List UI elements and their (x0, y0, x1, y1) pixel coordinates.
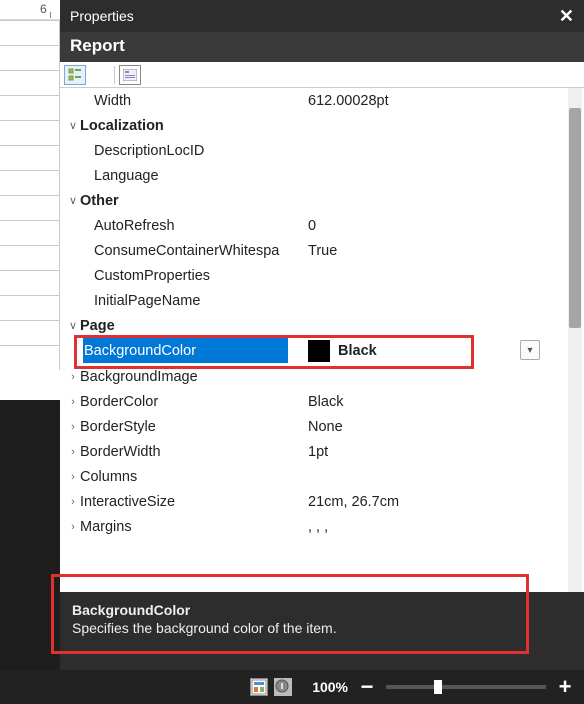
prop-value[interactable]: 0 (308, 218, 564, 234)
selected-object: Report (70, 36, 125, 55)
zoom-in-button[interactable]: + (556, 674, 574, 700)
close-icon[interactable]: ✕ (559, 6, 574, 27)
design-view-icon[interactable] (250, 678, 268, 696)
panel-titlebar[interactable]: Properties ✕ (60, 0, 584, 32)
scrollbar[interactable] (568, 88, 582, 592)
description-name: BackgroundColor (72, 602, 572, 618)
category-localization[interactable]: ∨ Localization (60, 113, 564, 138)
ruler-tick (50, 12, 51, 18)
property-pages-button[interactable] (119, 65, 141, 85)
category-page[interactable]: ∨ Page (60, 313, 564, 338)
collapse-icon[interactable]: ∨ (66, 119, 80, 132)
chevron-down-icon: ▾ (527, 345, 532, 356)
prop-value[interactable]: , , , (308, 519, 564, 535)
object-selector[interactable]: Report (60, 32, 584, 62)
prop-label: BackgroundColor (80, 343, 196, 359)
expand-icon[interactable]: › (66, 471, 80, 483)
prop-value[interactable]: None (308, 419, 564, 435)
preview-icon[interactable] (274, 678, 292, 696)
prop-value[interactable]: True (308, 243, 564, 259)
prop-customproperties[interactable]: CustomProperties (60, 263, 564, 288)
prop-label: Width (80, 93, 308, 109)
prop-borderwidth[interactable]: › BorderWidth 1pt (60, 439, 564, 464)
prop-initialpagename[interactable]: InitialPageName (60, 288, 564, 313)
collapse-icon[interactable]: ∨ (66, 319, 80, 332)
description-panel: BackgroundColor Specifies the background… (60, 592, 584, 670)
prop-autorefresh[interactable]: AutoRefresh 0 (60, 213, 564, 238)
prop-label: Columns (80, 469, 308, 485)
design-background (0, 400, 60, 700)
prop-width[interactable]: Width 612.00028pt (60, 88, 564, 113)
zoom-level[interactable]: 100% (312, 679, 348, 695)
prop-borderstyle[interactable]: › BorderStyle None (60, 414, 564, 439)
prop-consumecontainerwhitespace[interactable]: ConsumeContainerWhitespa True (60, 238, 564, 263)
prop-label: InitialPageName (80, 293, 308, 309)
categorized-button[interactable] (64, 65, 86, 85)
prop-label: DescriptionLocID (80, 143, 308, 159)
prop-descriptionlocid[interactable]: DescriptionLocID (60, 138, 564, 163)
design-surface[interactable] (0, 20, 60, 400)
ruler-number: 6 (40, 2, 47, 16)
property-grid[interactable]: Width 612.00028pt ∨ Localization Descrip… (60, 88, 584, 592)
expand-icon[interactable]: › (66, 496, 80, 508)
category-label: Other (80, 193, 308, 209)
prop-label: Language (80, 168, 308, 184)
scrollbar-thumb[interactable] (569, 108, 581, 328)
expand-icon[interactable]: › (66, 371, 80, 383)
prop-label: BorderStyle (80, 419, 308, 435)
panel-title-text: Properties (70, 8, 134, 24)
prop-label: CustomProperties (80, 268, 308, 284)
expand-icon[interactable]: › (66, 446, 80, 458)
prop-value[interactable]: Black (308, 394, 564, 410)
prop-label: BorderWidth (80, 444, 308, 460)
category-label: Page (80, 318, 308, 334)
prop-label: AutoRefresh (80, 218, 308, 234)
properties-toolbar: A↓ (60, 62, 584, 88)
prop-margins[interactable]: › Margins , , , (60, 514, 564, 539)
prop-backgroundcolor[interactable]: BackgroundColor Black ▾ (60, 338, 564, 364)
ruler: 6 (0, 0, 60, 20)
expand-icon[interactable]: › (66, 521, 80, 533)
properties-panel: Properties ✕ Report A↓ Width 612.00028pt (60, 0, 584, 670)
prop-label: InteractiveSize (80, 494, 308, 510)
category-label: Localization (80, 118, 308, 134)
zoom-out-button[interactable]: − (358, 674, 376, 700)
prop-label: Margins (80, 519, 308, 535)
zoom-slider[interactable] (386, 685, 546, 689)
prop-value[interactable]: 21cm, 26.7cm (308, 494, 564, 510)
prop-backgroundimage[interactable]: › BackgroundImage (60, 364, 564, 389)
prop-label: BackgroundImage (80, 369, 308, 385)
collapse-icon[interactable]: ∨ (66, 194, 80, 207)
expand-icon[interactable]: › (66, 421, 80, 433)
slider-knob[interactable] (434, 680, 442, 694)
status-bar: 100% − + (0, 670, 584, 704)
dropdown-button[interactable]: ▾ (520, 340, 540, 360)
prop-value[interactable]: 612.00028pt (308, 93, 564, 109)
category-other[interactable]: ∨ Other (60, 188, 564, 213)
report-design-gutter: 6 (0, 0, 60, 704)
prop-value[interactable]: 1pt (308, 444, 564, 460)
description-text: Specifies the background color of the it… (72, 620, 572, 636)
prop-label: ConsumeContainerWhitespa (80, 243, 308, 259)
expand-icon[interactable]: › (66, 396, 80, 408)
prop-interactivesize[interactable]: › InteractiveSize 21cm, 26.7cm (60, 489, 564, 514)
alphabetical-button[interactable]: A↓ (88, 65, 110, 85)
color-swatch (308, 340, 330, 362)
prop-columns[interactable]: › Columns (60, 464, 564, 489)
prop-label: BorderColor (80, 394, 308, 410)
prop-language[interactable]: Language (60, 163, 564, 188)
prop-bordercolor[interactable]: › BorderColor Black (60, 389, 564, 414)
